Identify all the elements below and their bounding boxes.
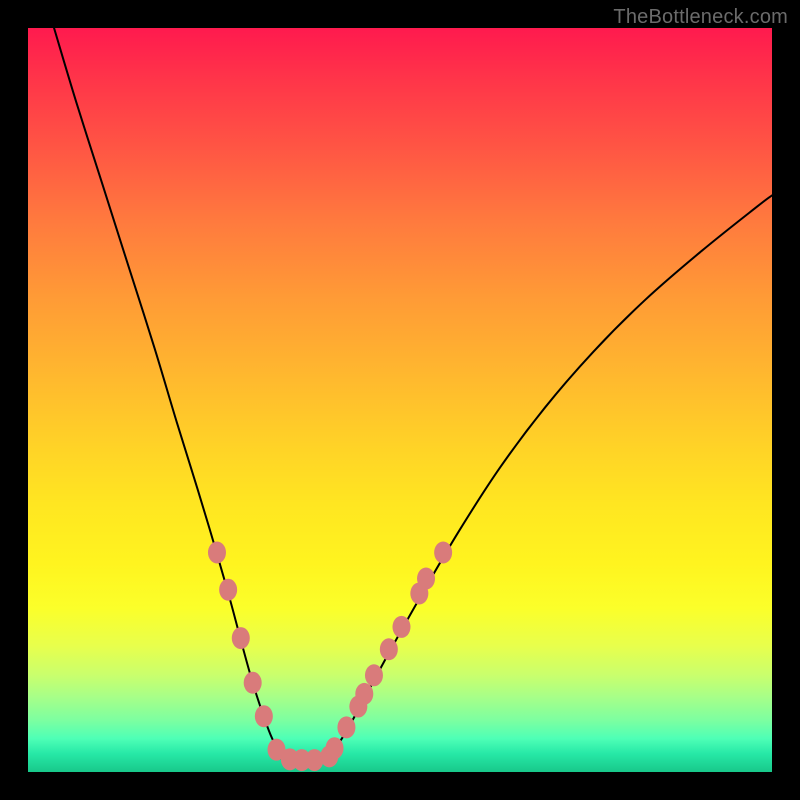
dot-point <box>380 638 398 660</box>
plot-area <box>28 28 772 772</box>
curve-path <box>54 28 772 760</box>
dot-point <box>255 705 273 727</box>
dot-point <box>208 542 226 564</box>
dot-point <box>365 664 383 686</box>
chart-svg <box>28 28 772 772</box>
dot-point <box>434 542 452 564</box>
dot-point <box>232 627 250 649</box>
dot-point <box>219 579 237 601</box>
dot-point <box>337 716 355 738</box>
watermark-text: TheBottleneck.com <box>613 6 788 29</box>
dot-point <box>417 568 435 590</box>
dot-point <box>326 737 344 759</box>
dot-point <box>305 749 323 771</box>
dot-point <box>392 616 410 638</box>
dot-point <box>244 672 262 694</box>
chart-frame: TheBottleneck.com <box>0 0 800 800</box>
bottleneck-curve <box>54 28 772 760</box>
dot-point <box>355 683 373 705</box>
